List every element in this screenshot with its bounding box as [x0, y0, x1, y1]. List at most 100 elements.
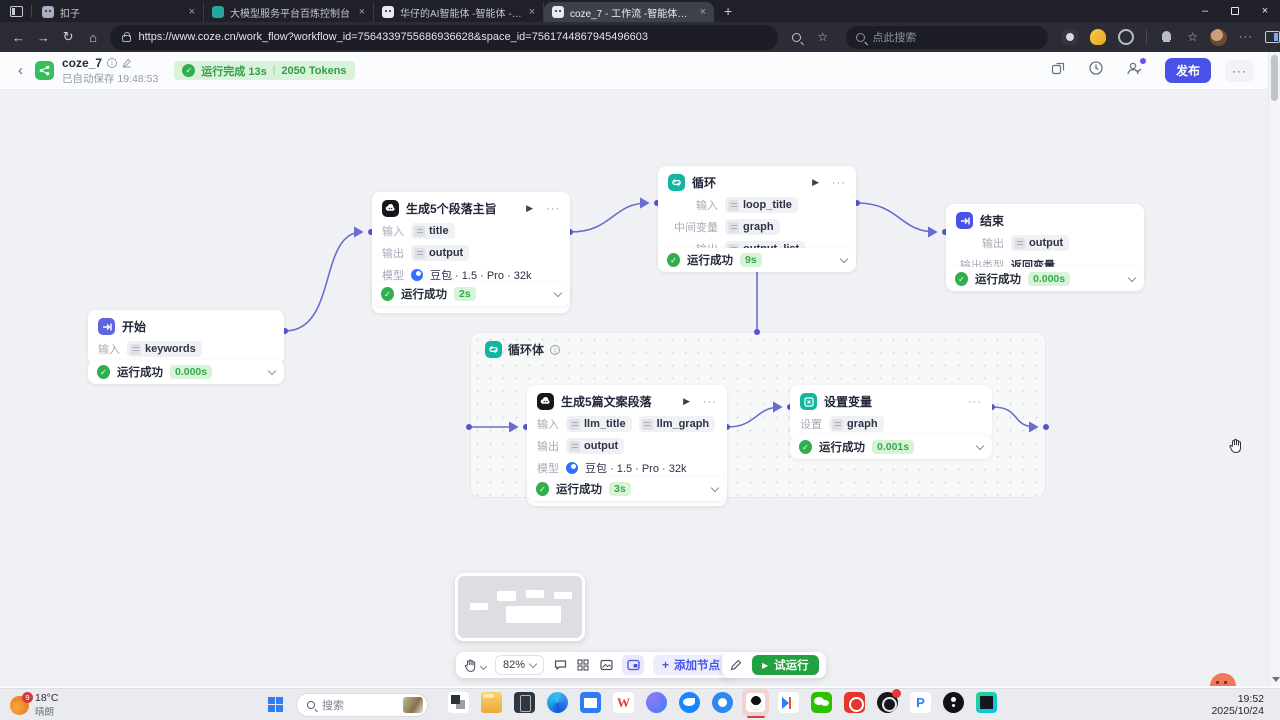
workflow-canvas[interactable]: 循环体 i — [0, 90, 1280, 686]
minimap-toggle-icon[interactable] — [622, 655, 644, 675]
sidebar-toggle-icon[interactable] — [1265, 31, 1280, 43]
tab-close-icon[interactable]: × — [700, 6, 706, 18]
tab-close-icon[interactable]: × — [189, 6, 195, 18]
tab-bailian-console[interactable]: 大模型服务平台百炼控制台 × — [204, 2, 374, 22]
divider — [31, 5, 32, 17]
extension-icon[interactable] — [1118, 29, 1134, 45]
zoom-out-icon[interactable] — [792, 33, 801, 42]
chevron-down-icon[interactable] — [554, 289, 562, 297]
info-icon[interactable]: i — [107, 58, 117, 68]
layout-grid-icon[interactable] — [576, 658, 590, 672]
arrange-icon[interactable] — [1051, 61, 1066, 81]
phone-link-icon[interactable] — [514, 692, 535, 713]
close-button[interactable]: × — [1250, 0, 1280, 22]
site-security-icon[interactable] — [122, 35, 131, 42]
browser-menu-icon[interactable]: ··· — [1239, 31, 1253, 43]
tab-close-icon[interactable]: × — [359, 6, 365, 18]
tab-panel-icon[interactable] — [10, 6, 23, 17]
node-menu-icon[interactable]: ··· — [703, 396, 717, 408]
docs-app-icon[interactable]: P — [910, 692, 931, 713]
wps-icon[interactable]: W — [613, 692, 634, 713]
weather-widget[interactable]: 9 18°C 晴朗 — [10, 692, 58, 718]
node-llm1-status[interactable]: ✓ 运行成功 2s — [372, 282, 570, 306]
minimap[interactable] — [455, 573, 585, 641]
pen-icon[interactable] — [729, 658, 743, 672]
weather-temp: 18°C — [35, 692, 58, 704]
node-loop-status[interactable]: ✓ 运行成功 9s — [658, 248, 856, 272]
run-status-text: 运行完成 13s — [201, 63, 266, 79]
tab-agent[interactable]: 华仔的AI智能体 -智能体 - 扣子 × — [374, 2, 544, 22]
workflow-header: ‹ coze_7 i 已自动保存 19:48:53 ✓ 运行完成 13s | 2… — [0, 52, 1280, 90]
task-view-icon[interactable] — [448, 692, 469, 713]
test-run-button[interactable]: ▶ 试运行 — [752, 655, 819, 675]
header-more-button[interactable]: ··· — [1225, 60, 1254, 82]
bird-browser-icon[interactable] — [679, 692, 700, 713]
node-end-status[interactable]: ✓ 运行成功 0.000s — [946, 267, 1144, 291]
bookmark-star-icon[interactable]: ☆ — [815, 30, 830, 44]
node-start[interactable]: 开始 输入 keywords — [88, 310, 284, 365]
page-scrollbar[interactable] — [1268, 52, 1280, 686]
new-tab-button[interactable]: + — [724, 3, 732, 19]
edit-icon[interactable] — [122, 58, 132, 68]
chevron-down-icon[interactable] — [711, 484, 719, 492]
chevron-down-icon[interactable] — [268, 367, 276, 375]
nav-back-icon[interactable]: ← — [6, 30, 31, 45]
restore-button[interactable] — [1220, 0, 1250, 22]
profile-extensions-icon[interactable] — [1159, 29, 1175, 45]
scrollbar-thumb[interactable] — [1271, 55, 1278, 101]
run-node-icon[interactable]: ▶ — [683, 396, 690, 407]
nav-refresh-icon[interactable]: ↻ — [56, 29, 81, 45]
node-menu-icon[interactable]: ··· — [546, 203, 560, 215]
add-node-button[interactable]: + 添加节点 — [653, 655, 729, 675]
chevron-down-icon[interactable] — [976, 442, 984, 450]
file-explorer-icon[interactable] — [481, 692, 502, 713]
comment-icon[interactable] — [553, 658, 567, 672]
red-ring-app-icon[interactable] — [844, 692, 865, 713]
back-button[interactable]: ‹ — [18, 62, 23, 79]
tab-close-icon[interactable]: × — [529, 6, 535, 18]
edge-icon[interactable] — [547, 692, 568, 713]
hand-tool-icon[interactable] — [463, 658, 477, 672]
tab-kouzi[interactable]: 扣子 × — [34, 2, 204, 22]
quick-search-box[interactable]: 点此搜索 — [846, 26, 1048, 49]
microsoft-store-icon[interactable] — [580, 692, 601, 713]
publish-button[interactable]: 发布 — [1165, 58, 1211, 83]
qq-icon-active[interactable] — [742, 689, 769, 716]
taskbar-clock[interactable]: 19:52 2025/10/24 — [1211, 694, 1264, 717]
pycharm-icon[interactable] — [976, 692, 997, 713]
netdisk-icon[interactable] — [778, 692, 799, 713]
node-llm2-status[interactable]: ✓ 运行成功 3s — [527, 477, 727, 501]
wechat-icon[interactable] — [811, 692, 832, 713]
nav-home-icon[interactable]: ⌂ — [81, 30, 106, 45]
run-node-icon[interactable]: ▶ — [812, 177, 819, 188]
nav-forward-icon[interactable]: → — [31, 30, 56, 45]
extension-icon[interactable] — [1062, 29, 1078, 45]
scrollbar-down-arrow[interactable] — [1272, 677, 1280, 682]
favorites-icon[interactable]: ☆ — [1187, 30, 1198, 44]
quark-icon[interactable] — [646, 692, 667, 713]
taskbar-search[interactable]: 搜索 — [296, 693, 428, 717]
keyhole-app-icon[interactable] — [943, 692, 964, 713]
obs-icon[interactable] — [877, 692, 898, 713]
chevron-down-icon[interactable] — [480, 662, 487, 669]
extension-icon[interactable] — [1090, 29, 1106, 45]
zoom-level-select[interactable]: 82% — [495, 655, 544, 675]
node-start-status[interactable]: ✓ 运行成功 0.000s — [88, 360, 284, 384]
node-setvar-status[interactable]: ✓ 运行成功 0.001s — [790, 435, 992, 459]
start-button[interactable] — [268, 697, 283, 712]
chevron-down-icon[interactable] — [840, 255, 848, 263]
run-result-badge[interactable]: ✓ 运行完成 13s | 2050 Tokens — [174, 61, 354, 80]
node-menu-icon[interactable]: ··· — [968, 396, 982, 408]
history-icon[interactable] — [1088, 60, 1104, 81]
minimize-button[interactable]: – — [1190, 0, 1220, 22]
frame-icon[interactable] — [599, 658, 613, 672]
url-bar[interactable]: https://www.coze.cn/work_flow?workflow_i… — [110, 25, 779, 50]
avatar[interactable] — [1210, 29, 1227, 46]
node-set-variable[interactable]: 设置变量 ··· 设置 graph — [790, 385, 992, 440]
run-node-icon[interactable]: ▶ — [526, 203, 533, 214]
collaborator-icon[interactable] — [1126, 61, 1143, 81]
tab-workflow-active[interactable]: coze_7 - 工作流 -智能体平台 × — [544, 2, 714, 22]
chevron-down-icon[interactable] — [1128, 274, 1136, 282]
blue-circle-app-icon[interactable] — [712, 692, 733, 713]
node-menu-icon[interactable]: ··· — [832, 177, 846, 189]
